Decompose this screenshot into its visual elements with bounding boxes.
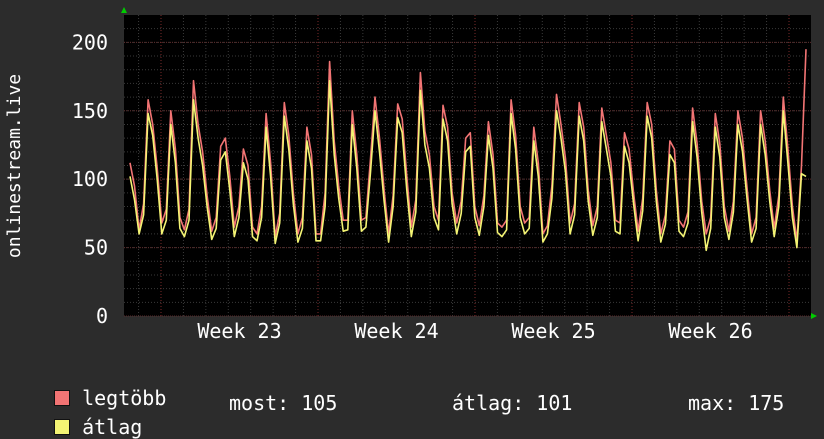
stat-maximum: max: 175 [688,391,785,415]
x-tick-labels: Week 23 Week 24 Week 25 Week 26 [197,319,752,343]
y-tick-label: 150 [72,99,108,123]
y-axis-arrow-icon [121,7,127,13]
stat-current: most: 105 [229,391,338,415]
legend-label-avg: átlag [82,415,143,439]
stat-average: átlag: 101 [452,391,573,415]
y-tick-labels: 0 50 100 150 200 [72,30,108,328]
legend-swatch-avg [54,419,71,435]
legend-item-avg: átlag [30,391,142,439]
y-axis-label: onlinestream.live [4,74,25,258]
y-tick-label: 100 [72,167,108,191]
x-tick-label: Week 25 [511,319,595,343]
x-axis-arrow-icon [811,313,817,319]
x-tick-label: Week 24 [354,319,438,343]
x-tick-label: Week 26 [668,319,752,343]
y-tick-label: 200 [72,30,108,54]
x-tick-label: Week 23 [197,319,281,343]
chart: 050100150200 Week 23 Week 24 Week 25 Week 2… [4,7,817,343]
y-tick-label: 0 [96,304,108,328]
y-tick-label: 50 [84,236,108,260]
